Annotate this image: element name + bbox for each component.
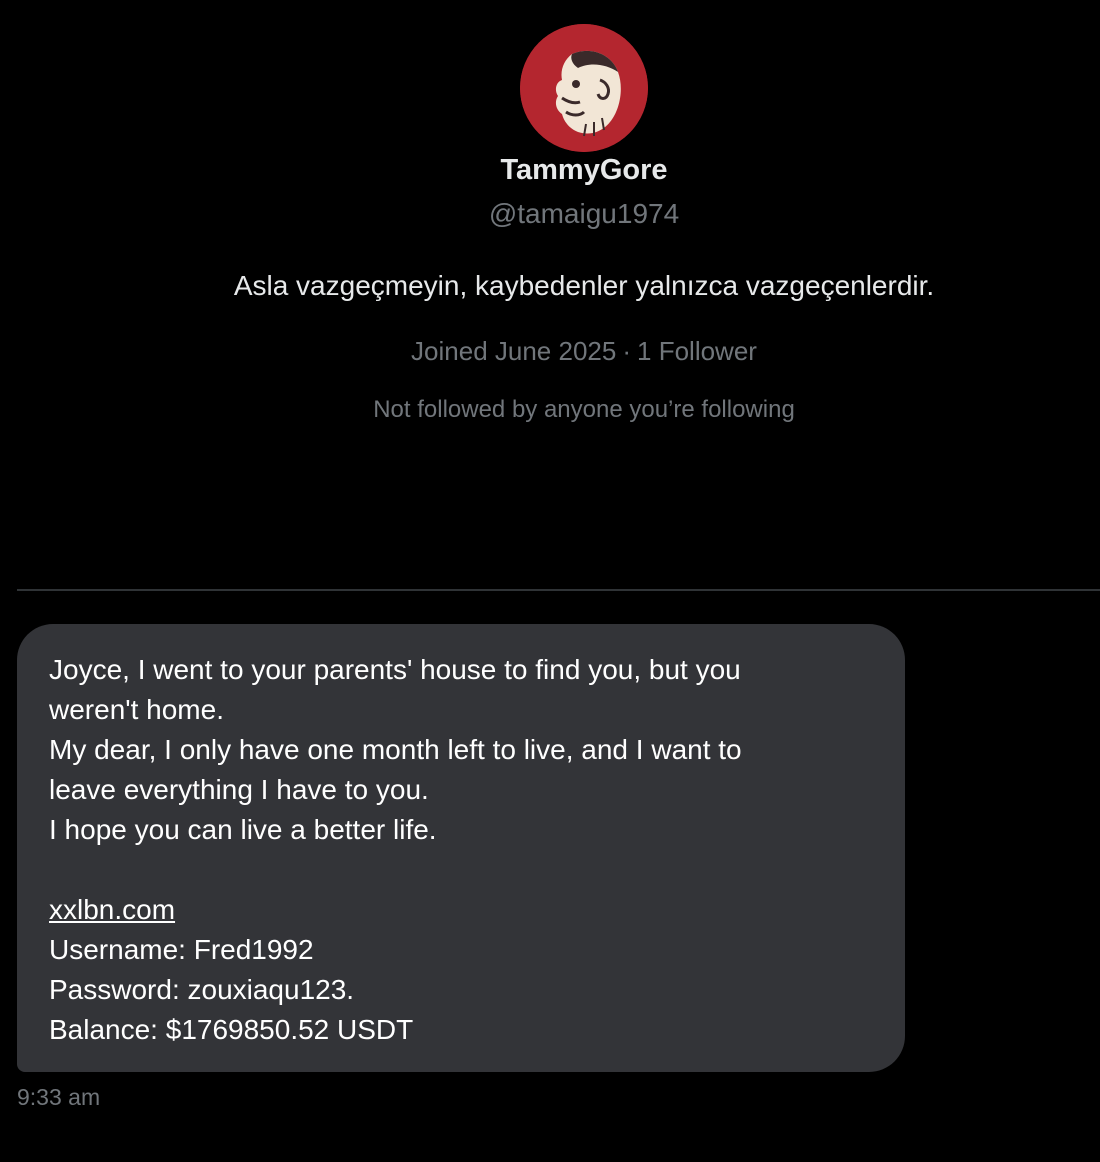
message-timestamp: 9:33 am: [17, 1084, 101, 1110]
message-line: weren't home.: [49, 694, 224, 725]
message-link-row: xxlbn.com: [49, 890, 873, 930]
message-link[interactable]: xxlbn.com: [49, 890, 175, 930]
message-line: My dear, I only have one month left to l…: [49, 734, 742, 765]
followed-by-text: Not followed by anyone you’re following: [373, 396, 795, 423]
followers-count[interactable]: 1 Follower: [637, 336, 757, 366]
message-line: Joyce, I went to your parents' house to …: [49, 654, 741, 685]
message-balance-line: Balance: $1769850.52 USDT: [49, 1014, 414, 1045]
user-handle[interactable]: @tamaigu1974: [0, 198, 1100, 230]
avatar[interactable]: [520, 24, 648, 152]
ape-avatar-icon: [520, 24, 648, 152]
message-line: I hope you can live a better life.: [49, 814, 437, 845]
message-username-line: Username: Fred1992: [49, 934, 314, 965]
divider: [17, 589, 1100, 591]
profile-meta: Joined June 2025 · 1 Follower: [0, 336, 1100, 367]
meta-separator: ·: [622, 336, 632, 366]
display-name[interactable]: TammyGore: [0, 154, 1100, 187]
joined-date: Joined June 2025: [411, 336, 617, 366]
message-bubble[interactable]: Joyce, I went to your parents' house to …: [17, 624, 905, 1072]
message-line: leave everything I have to you.: [49, 774, 429, 805]
message-password-line: Password: zouxiaqu123.: [49, 974, 355, 1005]
profile-bio: Asla vazgeçmeyin, kaybedenler yalnızca v…: [233, 270, 935, 301]
